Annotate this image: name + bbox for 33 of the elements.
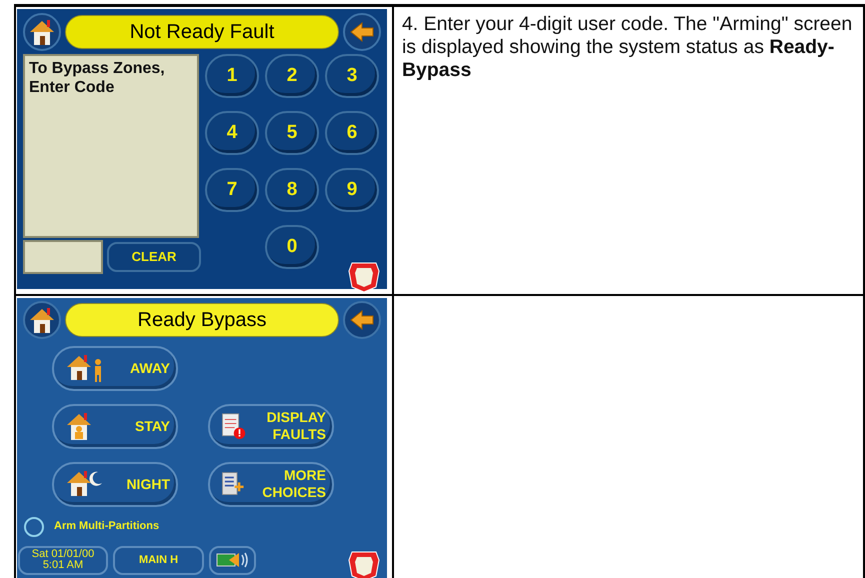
keypad-key[interactable]: 3: [325, 54, 379, 98]
home-button[interactable]: [23, 301, 61, 339]
option-label: Arm Multi-Partitions: [54, 519, 160, 534]
keypad-key[interactable]: 9: [325, 168, 379, 212]
home-button[interactable]: [23, 12, 61, 50]
partition-button[interactable]: MAIN H: [113, 546, 204, 574]
arm-mode-button[interactable]: DISPLAY FAULTS: [208, 404, 334, 448]
back-arrow-icon: [349, 309, 375, 331]
back-button[interactable]: [343, 301, 381, 339]
keypad-key[interactable]: 5: [265, 111, 319, 155]
keypad-key[interactable]: 8: [265, 168, 319, 212]
clear-button[interactable]: CLEAR: [107, 242, 201, 272]
back-arrow-icon: [349, 20, 375, 42]
date-time-button[interactable]: Sat 01/01/00 5:01 AM: [18, 546, 108, 574]
status-title: Not Ready Fault: [65, 14, 339, 48]
arm-mode-button[interactable]: AWAY: [52, 346, 178, 390]
keypad-key[interactable]: 2: [265, 54, 319, 98]
speaker-icon: [214, 550, 250, 570]
keypad-key[interactable]: 0: [265, 225, 319, 269]
keypad-key[interactable]: 4: [205, 111, 259, 155]
keypad-key[interactable]: 7: [205, 168, 259, 212]
radio-button[interactable]: [24, 516, 44, 536]
message-panel: To Bypass Zones, Enter Code: [23, 54, 199, 238]
keypad-key[interactable]: 6: [325, 111, 379, 155]
arm-mode-button[interactable]: MORE CHOICES: [208, 462, 334, 506]
volume-button[interactable]: [209, 546, 256, 574]
keypad-key[interactable]: 1: [205, 54, 259, 98]
status-title: Ready Bypass: [65, 303, 339, 337]
arm-mode-button[interactable]: NIGHT: [52, 462, 178, 506]
arm-mode-button[interactable]: STAY: [52, 404, 178, 448]
instruction-text: 4. Enter your 4-digit user code. The "Arming" screen is displayed showing the system status as Ready-Bypass: [402, 13, 854, 82]
code-entry-field[interactable]: [23, 240, 103, 274]
back-button[interactable]: [343, 12, 381, 50]
